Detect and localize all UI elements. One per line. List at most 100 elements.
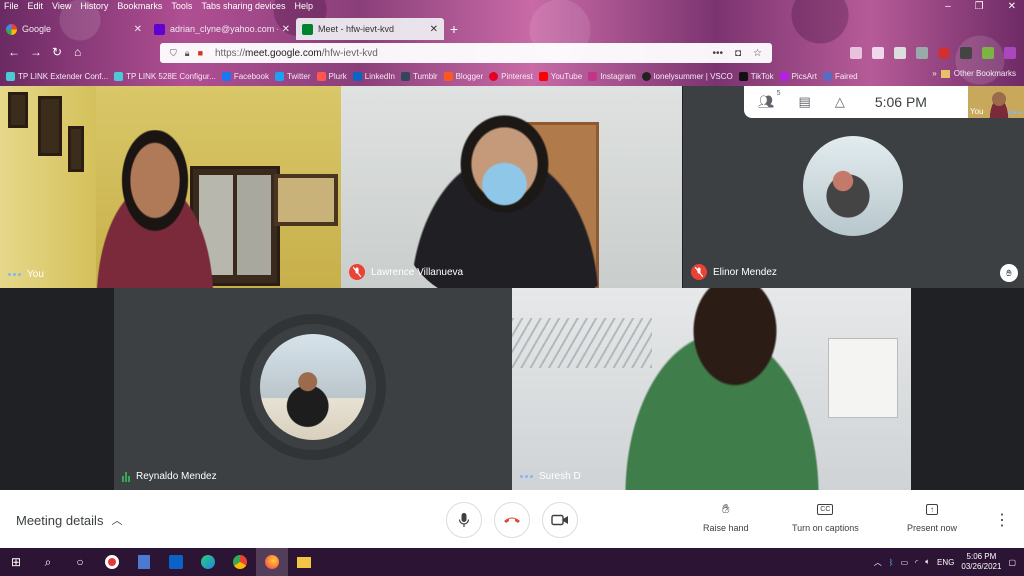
firefox-icon[interactable]	[256, 548, 288, 576]
menu-history[interactable]: History	[80, 1, 108, 13]
bluetooth-icon[interactable]: ᛒ	[889, 558, 894, 567]
menu-view[interactable]: View	[52, 1, 71, 13]
home-icon[interactable]: ⌂	[74, 45, 81, 59]
library-icon[interactable]	[850, 47, 862, 59]
close-tab-icon[interactable]: ✕	[134, 24, 142, 35]
speaking-indicator-icon	[1008, 111, 1021, 114]
chat-icon[interactable]: ▤	[799, 94, 811, 110]
bookmark-tplink-528e[interactable]: TP LINK 528E Configur...	[114, 71, 216, 81]
tab-meet[interactable]: Meet - hfw-ievt-kvd ✕	[296, 18, 444, 40]
participant-tile-suresh[interactable]: Suresh D	[512, 288, 911, 490]
sidebar-icon[interactable]	[872, 47, 884, 59]
volume-icon[interactable]: 🔈︎	[925, 557, 930, 567]
file-explorer-icon[interactable]	[288, 548, 320, 576]
extension-icon[interactable]	[916, 47, 928, 59]
more-options-icon[interactable]: ⋮	[994, 510, 1010, 530]
participant-avatar	[260, 334, 366, 440]
bookmark-facebook[interactable]: Facebook	[221, 71, 269, 81]
calculator-icon[interactable]	[128, 548, 160, 576]
camera-button[interactable]	[542, 502, 578, 538]
show-hidden-icons-icon[interactable]: ︿	[874, 557, 882, 568]
bookmark-vsco[interactable]: lonelysummer | VSCO	[641, 71, 733, 81]
close-tab-icon[interactable]: ✕	[282, 24, 290, 35]
shield-icon[interactable]: ⛉	[170, 48, 177, 59]
menu-tools[interactable]: Tools	[171, 1, 192, 13]
bookmark-tiktok[interactable]: TikTok	[738, 71, 774, 81]
menu-help[interactable]: Help	[294, 1, 313, 13]
maximize-icon[interactable]: ❐	[975, 1, 984, 12]
raise-hand-button[interactable]: ✋︎ Raise hand	[703, 501, 749, 533]
page-actions-icon[interactable]: •••	[712, 48, 723, 59]
windows-start-icon[interactable]: ⊞	[0, 548, 32, 576]
people-icon[interactable]: 👥︎ 5	[758, 90, 781, 110]
participant-tile-you[interactable]: You	[0, 86, 341, 288]
activities-icon[interactable]: △	[835, 94, 845, 110]
bookmark-instagram[interactable]: Instagram	[588, 71, 636, 81]
close-tab-icon[interactable]: ✕	[430, 24, 438, 35]
meeting-details-button[interactable]: Meeting details ︿	[16, 512, 122, 528]
end-call-button[interactable]	[494, 502, 530, 538]
bookmark-pinterest[interactable]: Pinterest	[489, 71, 533, 81]
back-icon[interactable]: ←	[8, 45, 20, 59]
minimize-icon[interactable]: –	[945, 1, 951, 12]
bookmark-faired[interactable]: Faired	[822, 71, 858, 81]
bookmark-youtube[interactable]: YouTube	[538, 71, 582, 81]
camera-icon	[551, 514, 568, 526]
captions-button[interactable]: CC Turn on captions	[792, 502, 859, 533]
bookmark-twitter[interactable]: Twitter	[274, 71, 311, 81]
forward-icon[interactable]: →	[30, 45, 42, 59]
bookmark-star-icon[interactable]: ☆	[753, 48, 762, 59]
bookmark-picsart[interactable]: PicsArt	[779, 71, 817, 81]
bookmark-linkedin[interactable]: LinkedIn	[352, 71, 395, 81]
menu-file[interactable]: File	[4, 1, 19, 13]
close-window-icon[interactable]: ✕	[1008, 1, 1016, 12]
bookmark-blogger[interactable]: Blogger	[443, 71, 483, 81]
bookmark-tumblr[interactable]: Tumblr	[401, 71, 438, 81]
outlook-icon[interactable]	[160, 548, 192, 576]
microphone-button[interactable]	[446, 502, 482, 538]
pocket-icon[interactable]: ◘	[735, 48, 741, 59]
tab-google[interactable]: Google ✕	[0, 18, 148, 40]
participant-tile-reynaldo[interactable]: Reynaldo Mendez	[114, 288, 512, 490]
extension-icon[interactable]	[894, 47, 906, 59]
language-indicator[interactable]: ENG	[937, 558, 954, 567]
end-call-icon	[504, 517, 520, 523]
raise-hand-icon: ✋︎	[722, 501, 730, 516]
other-bookmarks[interactable]: » Other Bookmarks	[932, 69, 1016, 78]
participant-tile-lawrence[interactable]: Lawrence Villanueva	[341, 86, 682, 288]
reload-icon[interactable]: ↻	[52, 45, 62, 59]
tab-label: Meet - hfw-ievt-kvd	[318, 24, 395, 34]
camera-permission-icon[interactable]: ■	[198, 48, 203, 58]
edge-icon[interactable]	[192, 548, 224, 576]
bookmark-tplink-extender[interactable]: TP LINK Extender Conf...	[6, 71, 108, 81]
system-tray: ︿ ᛒ ▭ ◜ 🔈︎ ENG 5:06 PM 03/26/2021 ▢	[874, 548, 1016, 576]
extension-icon[interactable]	[982, 47, 994, 59]
tab-yahoo-mail[interactable]: adrian_clyne@yahoo.com - Ya... ✕	[148, 18, 296, 40]
notifications-icon[interactable]: ▢	[1008, 558, 1016, 567]
present-now-button[interactable]: ↑ Present now	[907, 502, 957, 533]
menu-edit[interactable]: Edit	[28, 1, 44, 13]
search-icon[interactable]: ⌕	[32, 548, 64, 576]
chrome-icon[interactable]	[224, 548, 256, 576]
new-tab-button[interactable]: +	[444, 18, 464, 40]
vsco-icon	[641, 71, 651, 81]
network-icon[interactable]: ◜	[915, 558, 918, 567]
self-view-thumbnail[interactable]: You	[968, 86, 1024, 118]
cortana-icon[interactable]: ○	[64, 548, 96, 576]
pin-hand-icon[interactable]: ✋︎	[1000, 264, 1018, 282]
extension-icon[interactable]	[1004, 47, 1016, 59]
extension-icon[interactable]	[960, 47, 972, 59]
participant-name-lawrence: Lawrence Villanueva	[349, 264, 463, 280]
chevron-more-icon[interactable]: »	[932, 69, 936, 78]
address-bar[interactable]: ⛉ 🔒︎ ■ https://meet.google.com/hfw-ievt-…	[160, 43, 772, 63]
battery-icon[interactable]: ▭	[901, 558, 909, 567]
lock-icon[interactable]: 🔒︎	[185, 48, 190, 59]
menu-bookmarks[interactable]: Bookmarks	[117, 1, 162, 13]
app-icon[interactable]	[96, 548, 128, 576]
adblock-icon[interactable]	[938, 47, 950, 59]
menu-tabs-sharing[interactable]: Tabs sharing devices	[201, 1, 285, 13]
browser-chrome: File Edit View History Bookmarks Tools T…	[0, 0, 1024, 86]
taskbar-clock[interactable]: 5:06 PM 03/26/2021	[961, 552, 1001, 572]
bookmark-plurk[interactable]: Plurk	[316, 71, 347, 81]
pinterest-icon	[489, 71, 499, 81]
